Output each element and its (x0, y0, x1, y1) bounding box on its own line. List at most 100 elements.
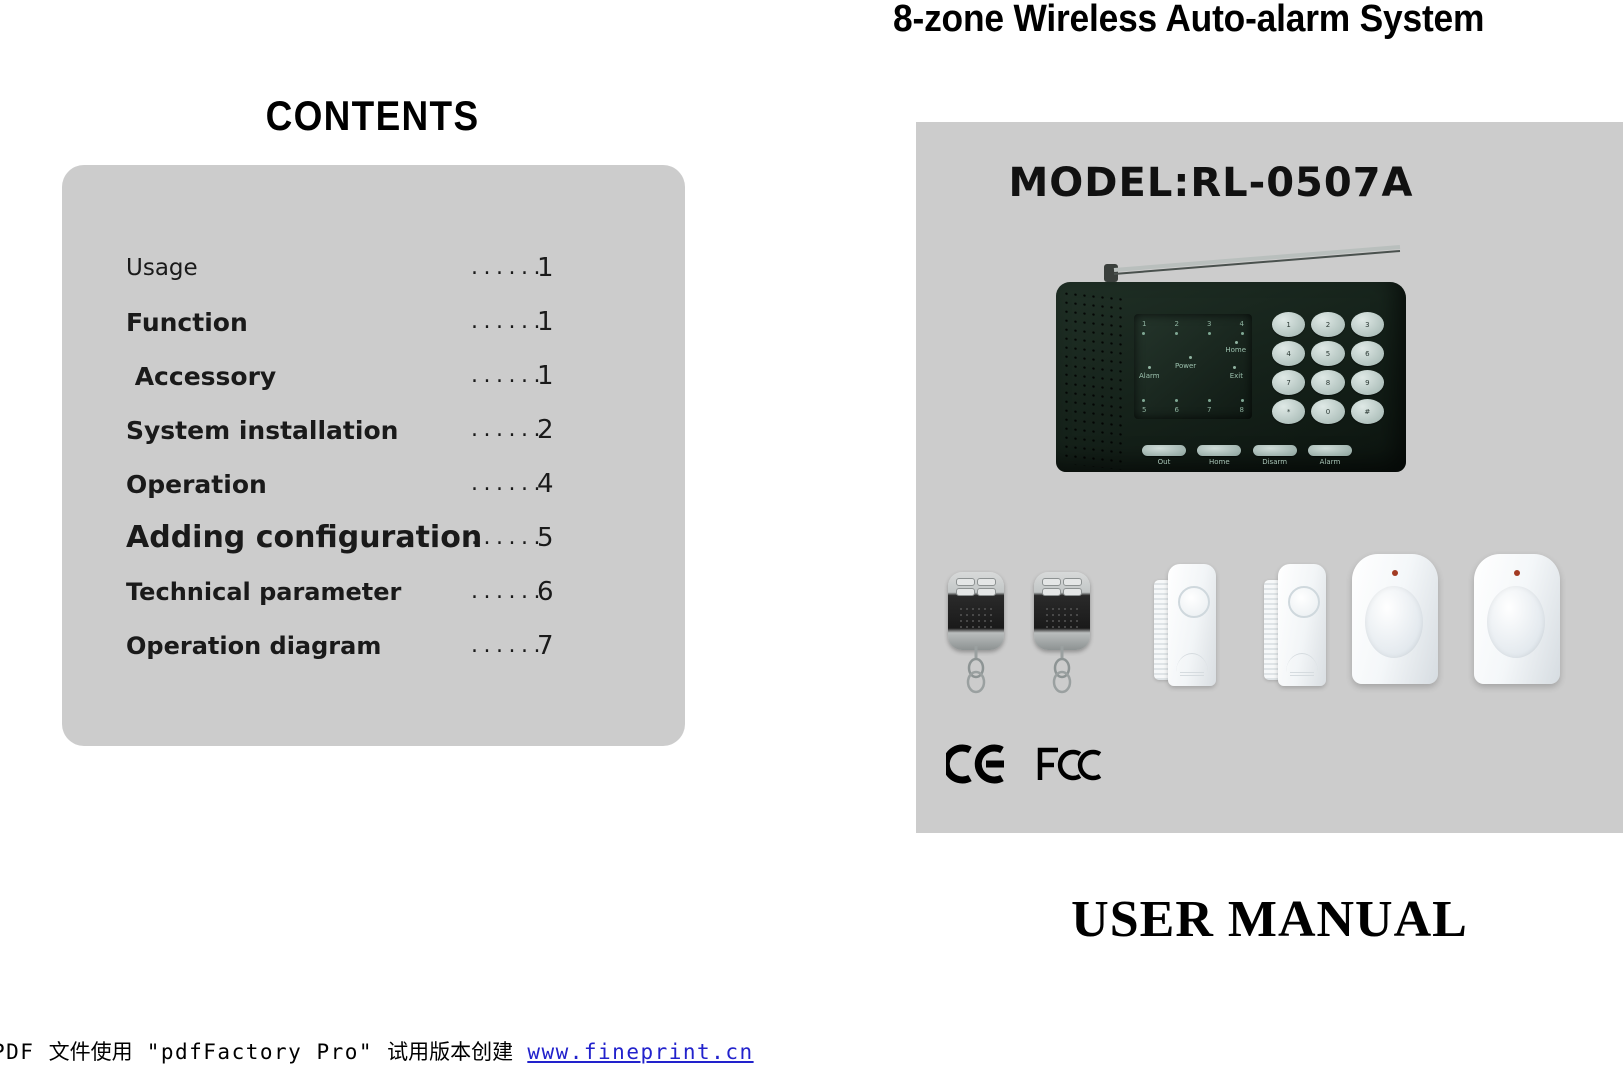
product-image-panel: MODEL:RL-0507A 1 2 3 4 Home Power Alarm … (916, 122, 1623, 833)
home-button-label: Home (1208, 458, 1230, 466)
keyfob-texture (1044, 606, 1080, 628)
toc-label: Accessory (126, 361, 277, 391)
toc-leader: ...... (471, 309, 546, 334)
keypad-key-8[interactable]: 8 (1311, 370, 1345, 395)
zone-led (1142, 332, 1145, 335)
keyfob-button (1042, 578, 1061, 586)
power-indicator-label: Power (1175, 362, 1197, 370)
pdf-footer: PDF 文件使用 "pdfFactory Pro" 试用版本创建 www.fin… (0, 1036, 754, 1066)
zone-number: 8 (1239, 406, 1244, 414)
footer-product-name: "pdfFactory Pro" (132, 1040, 388, 1064)
keypad-key-7[interactable]: 7 (1272, 370, 1306, 395)
model-number: MODEL:RL-0507A (1008, 160, 1414, 206)
power-led (1189, 356, 1192, 359)
keyfob-button (956, 588, 975, 596)
fcc-mark-icon (1037, 747, 1102, 781)
list-item[interactable]: Operation diagram ...... 7 (126, 619, 626, 673)
keyfob-buttons (956, 578, 996, 596)
home-button[interactable]: Home (1197, 445, 1242, 466)
antenna-icon (1104, 245, 1401, 282)
list-item[interactable]: Usage ...... 1 (126, 241, 626, 295)
keypad-key-9[interactable]: 9 (1350, 370, 1384, 395)
remote-keyfob (1034, 572, 1090, 694)
zone-led (1208, 332, 1211, 335)
list-item[interactable]: Accessory ...... 1 (126, 349, 626, 403)
alarm-control-panel-image: 1 2 3 4 Home Power Alarm Exit 5 6 7 8 1 … (1056, 245, 1406, 492)
keypad-key-1[interactable]: 1 (1272, 312, 1306, 337)
sensor-body (1168, 564, 1216, 686)
zone-led (1175, 332, 1178, 335)
zone-led (1241, 332, 1244, 335)
sensor-button (1178, 586, 1210, 618)
contents-list: Usage ...... 1 Function ...... 1 Accesso… (126, 241, 626, 673)
zone-number: 2 (1174, 320, 1179, 328)
toc-label: Operation diagram (126, 632, 382, 660)
keypad[interactable]: 1 2 3 4 5 6 7 8 9 * 0 # (1272, 312, 1384, 424)
toc-label: Technical parameter (126, 578, 402, 606)
out-button-label: Out (1157, 458, 1171, 466)
list-item[interactable]: Technical parameter ...... 6 (126, 565, 626, 619)
zone-led (1142, 399, 1145, 402)
zone-leds-top (1142, 332, 1244, 335)
zone-number: 4 (1239, 320, 1244, 328)
home-indicator-label: Home (1225, 346, 1246, 354)
sensor-arc (1286, 653, 1318, 672)
toc-leader: ...... (471, 417, 546, 442)
keypad-key-4[interactable]: 4 (1272, 341, 1306, 366)
toc-leader: ...... (471, 471, 546, 496)
zone-numbers-bottom: 5 6 7 8 (1142, 406, 1244, 414)
toc-page-number: 6 (537, 577, 554, 607)
keyring-icon (1052, 646, 1072, 694)
keypad-key-star[interactable]: * (1272, 399, 1306, 424)
pir-led-icon (1392, 570, 1398, 576)
footer-prefix: PDF (0, 1040, 35, 1064)
toc-label: Adding configuration (126, 520, 483, 555)
sensor-arc (1176, 653, 1208, 672)
exit-indicator-label: Exit (1229, 372, 1243, 380)
keypad-key-6[interactable]: 6 (1350, 341, 1384, 366)
alarm-button-label: Alarm (1319, 458, 1341, 466)
contents-panel: Usage ...... 1 Function ...... 1 Accesso… (62, 165, 685, 746)
alarm-button-cap[interactable] (1307, 445, 1352, 456)
footer-text-cn-1: 文件使用 (48, 1040, 133, 1064)
disarm-button[interactable]: Disarm (1252, 445, 1297, 466)
alarm-indicator-label: Alarm (1139, 372, 1160, 380)
toc-page-number: 4 (537, 469, 554, 499)
toc-leader: ...... (471, 363, 546, 388)
keyring-icon (966, 646, 986, 694)
zone-led (1175, 399, 1178, 402)
keypad-key-0[interactable]: 0 (1311, 399, 1345, 424)
function-button-row[interactable]: Out Home Disarm Alarm (1142, 445, 1352, 466)
remote-keyfob (948, 572, 1004, 694)
toc-page-number: 1 (537, 361, 554, 391)
keypad-key-5[interactable]: 5 (1311, 341, 1345, 366)
out-button[interactable]: Out (1142, 445, 1186, 466)
list-item[interactable]: System installation ...... 2 (126, 403, 626, 457)
zone-number: 6 (1174, 406, 1179, 414)
list-item[interactable]: Adding configuration ...... 5 (126, 511, 626, 565)
keyfob-button (1063, 588, 1082, 596)
keyfob-button (1042, 588, 1061, 596)
fineprint-link[interactable]: www.fineprint.cn (527, 1040, 753, 1064)
sensor-body (1278, 564, 1326, 686)
zone-number: 5 (1142, 406, 1147, 414)
panel-body: 1 2 3 4 Home Power Alarm Exit 5 6 7 8 1 … (1056, 282, 1406, 472)
toc-page-number: 5 (537, 523, 554, 553)
toc-page-number: 1 (537, 307, 554, 337)
keyfob-button (956, 578, 975, 586)
keypad-key-hash[interactable]: # (1350, 399, 1384, 424)
alarm-button[interactable]: Alarm (1307, 445, 1352, 466)
home-button-cap[interactable] (1197, 445, 1242, 456)
keypad-key-2[interactable]: 2 (1311, 312, 1345, 337)
out-button-cap[interactable] (1142, 445, 1186, 456)
disarm-button-cap[interactable] (1252, 445, 1297, 456)
list-item[interactable]: Operation ...... 4 (126, 457, 626, 511)
zone-leds-bottom (1142, 399, 1244, 402)
keypad-key-3[interactable]: 3 (1350, 312, 1384, 337)
exit-led (1233, 366, 1236, 369)
pir-lens (1365, 586, 1423, 658)
keyfob-texture (958, 606, 994, 628)
list-item[interactable]: Function ...... 1 (126, 295, 626, 349)
disarm-button-label: Disarm (1262, 458, 1288, 466)
toc-leader: ...... (471, 579, 546, 604)
